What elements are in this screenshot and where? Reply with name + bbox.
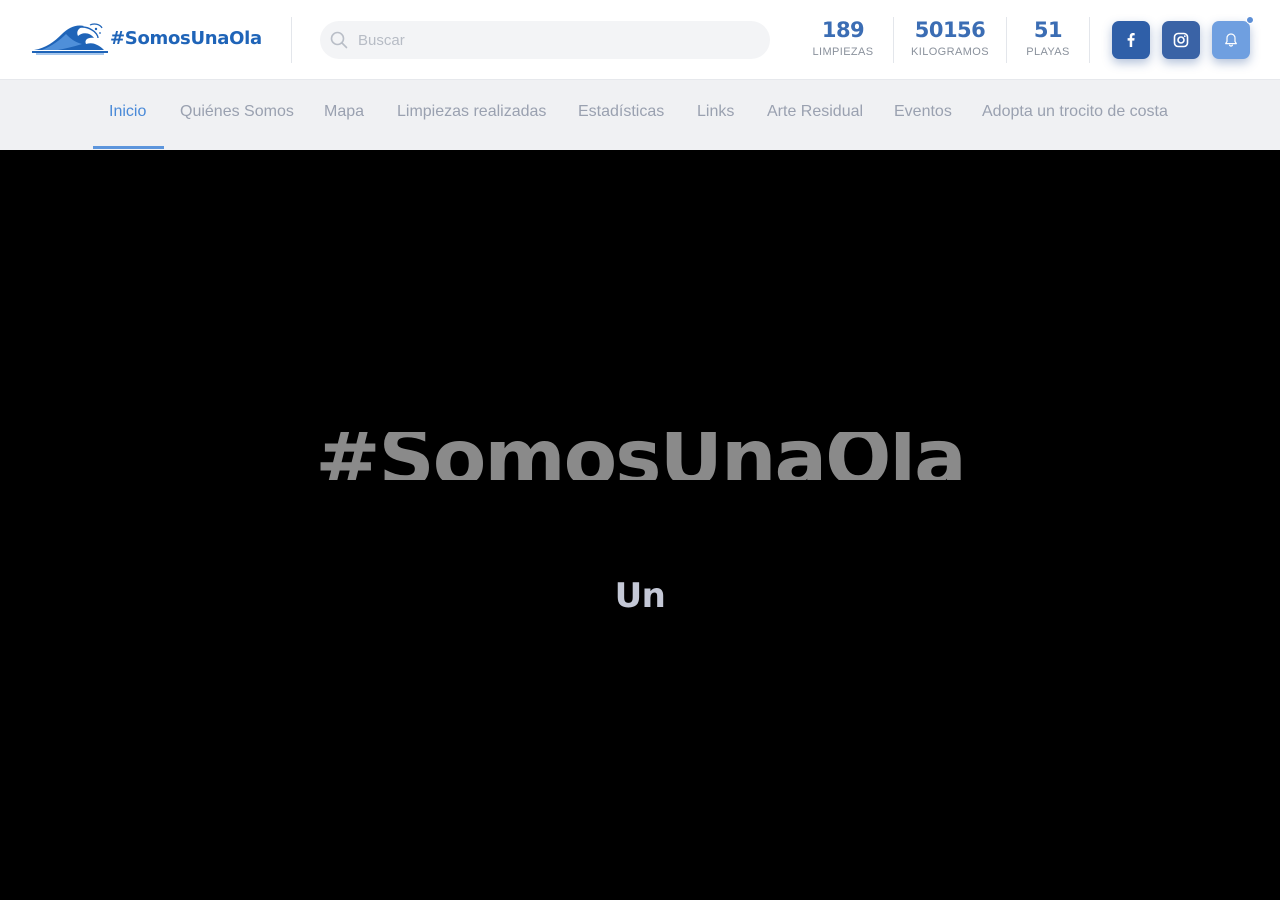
stat-kilograms-value: 50156	[914, 18, 986, 42]
stat-cleanups: 189 LIMPIEZAS	[808, 17, 878, 63]
site-logo[interactable]: #SomosUnaOla	[32, 18, 268, 58]
stat-beaches-label: PLAYAS	[1026, 46, 1070, 58]
nav-item-estadisticas[interactable]: Estadísticas	[578, 80, 664, 150]
nav-item-arte-residual[interactable]: Arte Residual	[767, 80, 863, 150]
site-header: #SomosUnaOla 189 LIMPIEZAS 50156 KILOGRA…	[0, 0, 1280, 80]
instagram-button[interactable]	[1162, 21, 1200, 59]
nav-item-adopta[interactable]: Adopta un trocito de costa	[982, 80, 1168, 150]
hero-title-wrapper: #SomosUnaOla	[0, 432, 1280, 480]
logo-text: #SomosUnaOla	[110, 27, 262, 49]
stat-cleanups-value: 189	[821, 18, 865, 42]
main-nav: Inicio Quiénes Somos Mapa Limpiezas real…	[0, 80, 1280, 150]
search-input[interactable]	[358, 21, 758, 59]
instagram-icon	[1173, 32, 1189, 48]
nav-item-quienes-somos[interactable]: Quiénes Somos	[180, 80, 294, 150]
stat-cleanups-label: LIMPIEZAS	[812, 46, 874, 58]
header-divider	[291, 17, 292, 63]
stat-beaches: 51 PLAYAS	[1018, 17, 1078, 63]
header-divider	[1089, 17, 1090, 63]
hero-subtitle: Un	[614, 576, 666, 616]
facebook-button[interactable]	[1112, 21, 1150, 59]
active-tab-indicator	[93, 146, 164, 149]
stat-beaches-value: 51	[1033, 18, 1063, 42]
stat-divider	[893, 17, 894, 63]
stat-kilograms: 50156 KILOGRAMOS	[905, 17, 995, 63]
notification-dot	[1246, 16, 1254, 24]
notifications-button[interactable]	[1212, 16, 1254, 59]
search-icon	[330, 31, 348, 49]
wave-logo-icon	[32, 23, 108, 55]
hero-title: #SomosUnaOla	[315, 432, 967, 480]
nav-item-eventos[interactable]: Eventos	[894, 80, 952, 150]
facebook-icon	[1127, 33, 1135, 47]
search-box[interactable]	[320, 21, 770, 59]
nav-item-inicio[interactable]: Inicio	[109, 80, 146, 150]
bell-icon	[1225, 33, 1237, 47]
nav-item-links[interactable]: Links	[697, 80, 734, 150]
stat-kilograms-label: KILOGRAMOS	[911, 46, 989, 58]
stat-divider	[1006, 17, 1007, 63]
nav-item-mapa[interactable]: Mapa	[324, 80, 364, 150]
hero-section: #SomosUnaOla Un	[0, 150, 1280, 900]
nav-item-limpiezas-realizadas[interactable]: Limpiezas realizadas	[397, 80, 546, 150]
